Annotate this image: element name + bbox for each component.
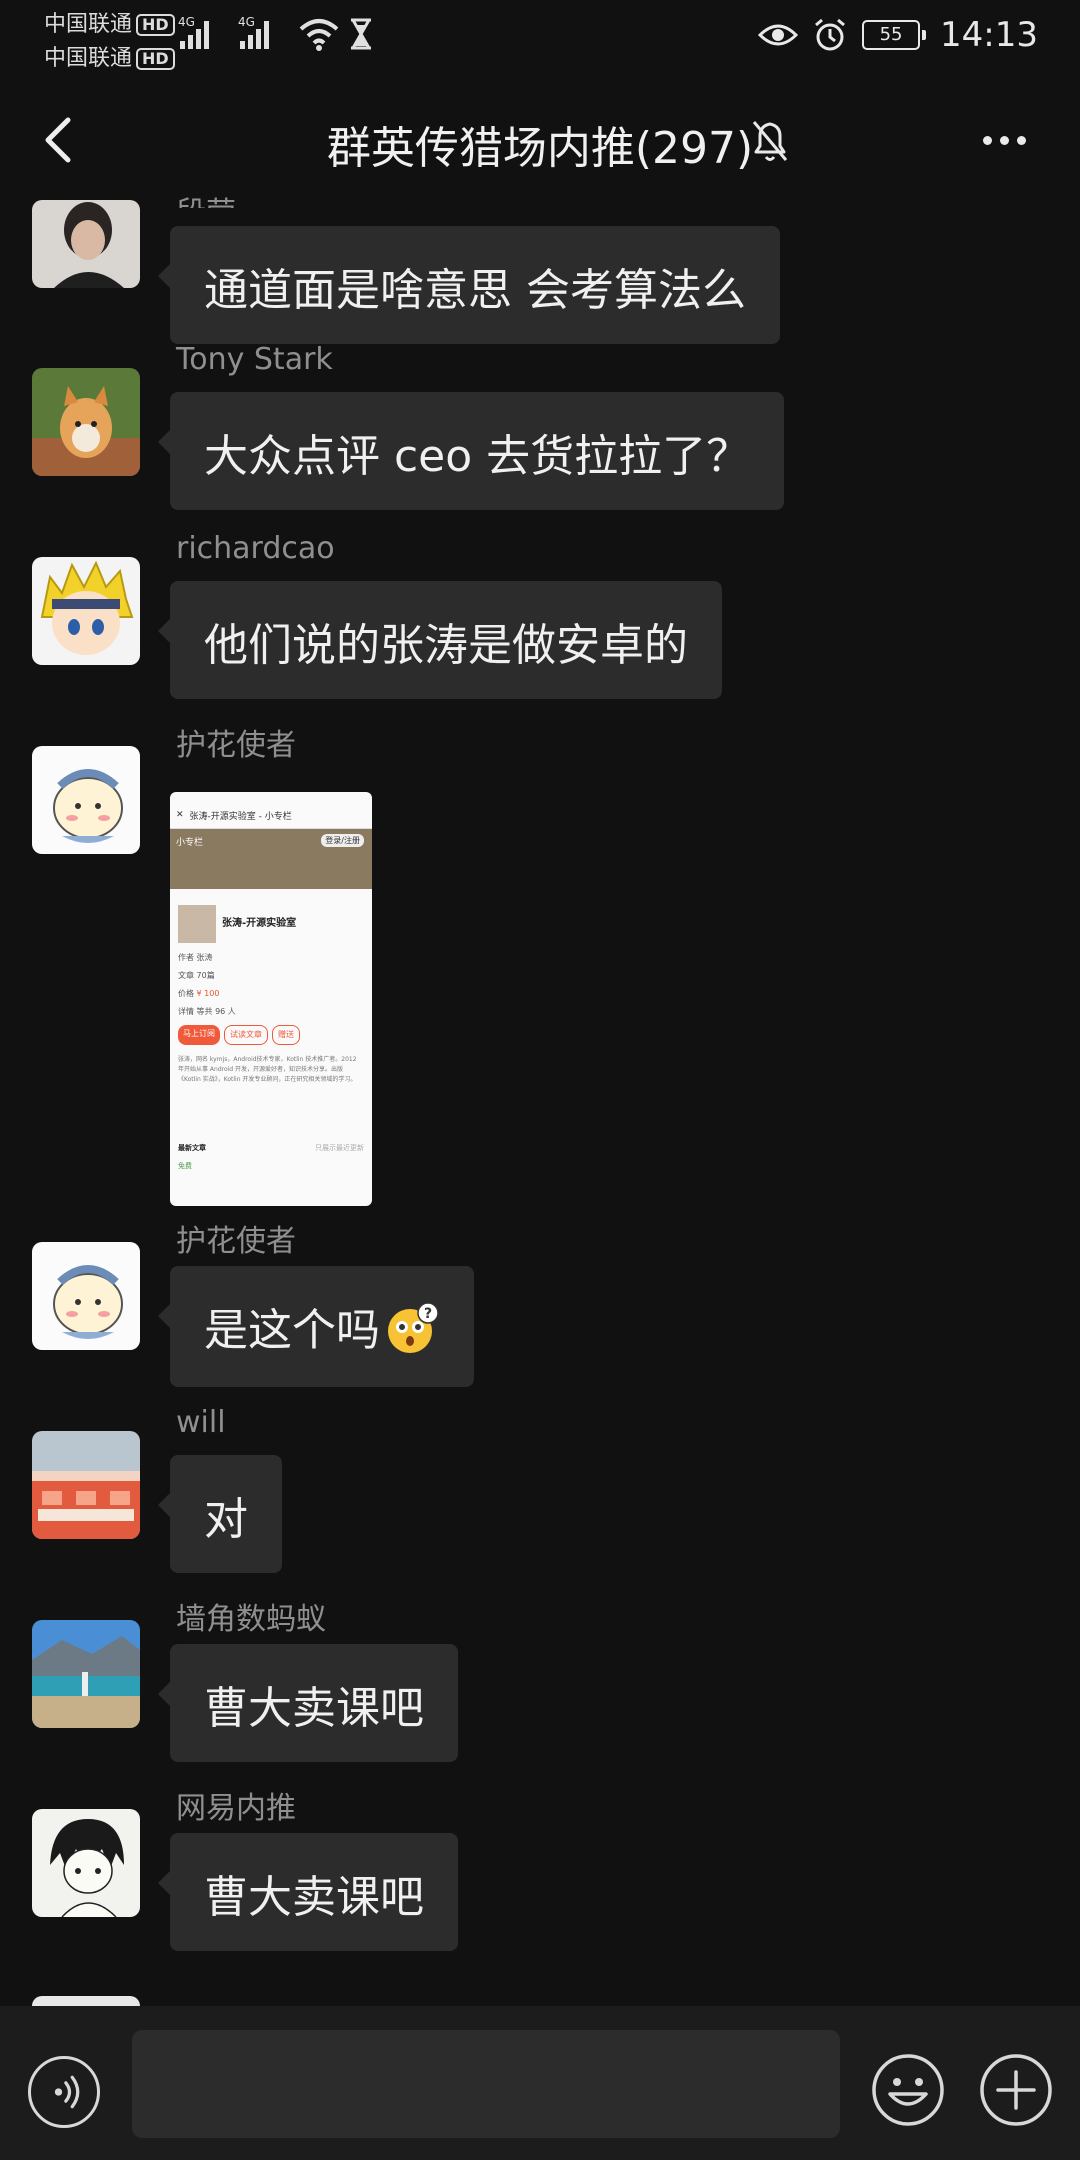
message-bubble[interactable]: 对 (158, 1455, 282, 1573)
thumb-login: 登录/注册 (321, 834, 364, 847)
hd-badge-2: HD (136, 48, 175, 70)
thumb-banner: 小专栏 登录/注册 (170, 829, 372, 889)
avatar[interactable] (32, 1242, 140, 1350)
voice-icon[interactable] (28, 2056, 100, 2128)
confused-emoji-icon: ? (388, 1302, 439, 1353)
thumb-subscribers: 等共 96 人 (196, 1007, 236, 1016)
image-message[interactable]: ✕ 张涛-开源实验室 - 小专栏 小专栏 登录/注册 张涛-开源实验室 作者 张… (170, 792, 372, 1206)
hourglass-icon (351, 18, 371, 50)
message-bubble[interactable]: 曹大卖课吧 (158, 1644, 458, 1762)
thumb-articles-label: 文章 (178, 971, 194, 980)
thumb-header: ✕ 张涛-开源实验室 - 小专栏 (170, 802, 372, 829)
signal-2-icon: 4G (238, 15, 280, 49)
thumb-author: 张涛 (196, 953, 213, 962)
mute-bell-icon[interactable] (746, 114, 794, 166)
avatar-partial (32, 1996, 140, 2006)
message-bubble[interactable]: 他们说的张涛是做安卓的 (158, 581, 722, 699)
status-bar: 中国联通 HD 中国联通 HD 4G 4G 55 14:13 (0, 0, 1080, 72)
sender-name: 护花使者 (176, 1224, 296, 1259)
sender-name: 墙角数蚂蚁 (176, 1602, 326, 1637)
message-bubble[interactable]: 曹大卖课吧 (158, 1833, 458, 1951)
thumb-badge: 免费 (178, 1162, 192, 1170)
thumb-section: 最新文章 (178, 1144, 206, 1152)
message-bubble[interactable]: 通道面是啥意思 会考算法么 (158, 226, 780, 344)
avatar[interactable] (32, 1809, 140, 1917)
input-bar (0, 2006, 1080, 2160)
thumb-site: 小专栏 (176, 838, 204, 848)
sender-name: 段莹 (176, 188, 236, 208)
title-bar: 群英传猎场内推(297) (0, 90, 1080, 190)
avatar[interactable] (32, 746, 140, 854)
carrier-1-label: 中国联通 (44, 12, 133, 37)
thumb-header-title: 张涛-开源实验室 - 小专栏 (189, 811, 292, 822)
message-bubble[interactable]: 大众点评 ceo 去货拉拉了？ (157, 392, 785, 510)
thumb-gift-button: 赠送 (272, 1025, 300, 1045)
status-right: 55 14:13 (758, 10, 1038, 60)
chat-title: 群英传猎场内推(297) (326, 123, 754, 174)
thumb-trial-button: 试读文章 (224, 1025, 268, 1045)
close-icon: ✕ (176, 810, 184, 820)
thumb-body: 张涛-开源实验室 作者 张涛 文章 70篇 价格 ¥ 100 详情 等共 96 … (170, 889, 372, 1175)
sender-name: 护花使者 (176, 728, 296, 763)
avatar[interactable] (32, 368, 140, 476)
signal-1-icon: 4G (178, 15, 220, 49)
thumb-profile-photo (178, 905, 216, 943)
sender-name: 网易内推 (176, 1791, 296, 1826)
net-2-label: 4G (238, 15, 255, 29)
thumb-author-label: 作者 (178, 953, 194, 962)
hd-badge-1: HD (136, 14, 175, 36)
message-text: 是这个吗 (204, 1305, 380, 1356)
sender-name: richardcao (176, 531, 335, 566)
wifi-icon (299, 19, 339, 51)
alarm-icon (815, 18, 845, 51)
avatar[interactable] (32, 557, 140, 665)
carrier-2-label: 中国联通 (44, 46, 133, 71)
network-icons: 4G 4G (178, 14, 374, 54)
battery-icon: 55 (862, 20, 927, 50)
thumb-subscribe-button: 马上订阅 (178, 1025, 220, 1045)
thumb-bio: 张涛，网名 kymjs，Android技术专家，Kotlin 技术推广者。201… (178, 1056, 357, 1083)
avatar[interactable] (32, 1431, 140, 1539)
svg-text:?: ? (424, 1306, 432, 1322)
thumb-section-hint: 只展示最近更新 (315, 1144, 364, 1152)
thumb-profile-name: 张涛-开源实验室 (222, 918, 297, 929)
thumb-price-label: 价格 (178, 989, 194, 998)
thumb-articles: 70篇 (196, 971, 215, 980)
emoji-icon[interactable] (870, 2052, 946, 2128)
thumb-detail-label: 详情 (178, 1007, 194, 1016)
thumb-price: ¥ 100 (196, 989, 220, 998)
avatar[interactable] (32, 1620, 140, 1728)
plus-icon[interactable] (978, 2052, 1054, 2128)
message-bubble[interactable]: 是这个吗 ? (158, 1266, 474, 1387)
carrier-1: 中国联通 HD (44, 6, 175, 38)
clock: 14:13 (940, 15, 1038, 55)
carrier-2: 中国联通 HD (44, 40, 175, 72)
sender-name: will (176, 1405, 226, 1440)
avatar[interactable] (32, 200, 140, 288)
eye-icon (758, 24, 799, 46)
sender-name: Tony Stark (176, 342, 333, 377)
message-input[interactable] (132, 2030, 840, 2138)
net-1-label: 4G (178, 15, 195, 29)
more-dots-icon[interactable] (972, 112, 1036, 168)
